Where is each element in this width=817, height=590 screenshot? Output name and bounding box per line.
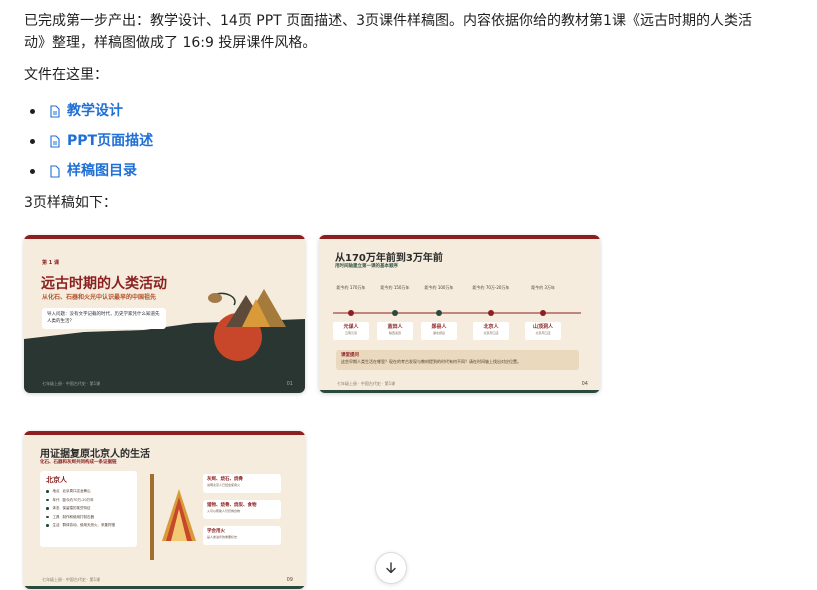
evidence-title: 猎物、烧骨、烧炭、食物 bbox=[207, 503, 257, 508]
bullet bbox=[30, 168, 35, 174]
slide-title: 远古时期的人类活动 bbox=[41, 276, 167, 292]
timeline-time: 距今约 3万年 bbox=[531, 285, 555, 290]
timeline-card: 山顶洞人 北京周口店 bbox=[525, 322, 561, 340]
timeline-time: 距今约 100万年 bbox=[424, 285, 454, 290]
timeline-card: 郧县人 湖北郧县 bbox=[421, 322, 457, 340]
timeline-time: 距今约 170万年 bbox=[336, 285, 366, 290]
timeline-time: 距今约 70万-20万年 bbox=[472, 285, 510, 290]
document-icon bbox=[50, 104, 60, 118]
timeline-card: 北京人 北京周口店 bbox=[473, 322, 509, 340]
timeline-desc: 北京周口店 bbox=[535, 331, 551, 335]
file-link-label: 教学设计 bbox=[67, 103, 123, 119]
question-box: 导入问题：没有文字记载的时代，历史学家凭什么知道先人类的生活？ bbox=[42, 308, 166, 329]
timeline-time: 距今约 150万年 bbox=[380, 285, 410, 290]
slide-page-number: 01 bbox=[286, 381, 293, 387]
list-item: 样稿图目录 bbox=[24, 156, 764, 186]
evidence-title: 灰烬、烧石、烧骨 bbox=[207, 477, 243, 482]
timeline-desc: 陕西蓝田 bbox=[388, 331, 401, 335]
list-item: 教学设计 bbox=[24, 96, 764, 126]
list-item: PPT页面描述 bbox=[24, 126, 764, 156]
evidence-text: 说明北京人已经会使用火 bbox=[207, 483, 241, 487]
timeline-desc: 湖北郧县 bbox=[432, 331, 445, 335]
timeline-name: 元谋人 bbox=[343, 324, 359, 330]
timeline-card: 元谋人 云南元谋 bbox=[333, 322, 369, 340]
slide-page-number: 09 bbox=[286, 577, 293, 583]
bullet bbox=[30, 108, 35, 114]
message-paragraph: 已完成第一步产出：教学设计、14页 PPT 页面描述、3页课件样稿图。内容依据你… bbox=[24, 13, 752, 51]
evidence-box: 学会用火 是人类进步的重要标志 bbox=[203, 526, 281, 545]
document-icon bbox=[50, 134, 60, 148]
evidence-title: 学会用火 bbox=[207, 529, 225, 534]
slide-bottom-bar bbox=[319, 390, 600, 393]
timeline-name: 郧县人 bbox=[431, 324, 447, 330]
assistant-message: 已完成第一步产出：教学设计、14页 PPT 页面描述、3页课件样稿图。内容依据你… bbox=[24, 10, 764, 224]
slide-bottom-bar bbox=[24, 586, 305, 589]
timeline-desc: 北京周口店 bbox=[483, 331, 499, 335]
file-icon bbox=[50, 164, 60, 178]
file-link-label: 样稿图目录 bbox=[67, 163, 137, 179]
file-link-ppt-description[interactable]: PPT页面描述 bbox=[49, 130, 153, 152]
slide-footer: 七年级上册 · 中国古代史 · 第1课 bbox=[42, 381, 101, 386]
slide-page-number: 04 bbox=[581, 381, 588, 387]
file-link-sample-directory[interactable]: 样稿图目录 bbox=[49, 160, 137, 182]
scroll-down-button[interactable] bbox=[375, 552, 407, 584]
files-intro: 文件在这里： bbox=[24, 67, 108, 83]
evidence-box: 灰烬、烧石、烧骨 说明北京人已经会使用火 bbox=[203, 474, 281, 493]
slide-footer: 七年级上册 · 中国古代史 · 第1课 bbox=[337, 381, 396, 386]
slide-footer: 七年级上册 · 中国古代史 · 第1课 bbox=[42, 577, 101, 582]
slide-thumbnail-3[interactable]: 用证据复原北京人的生活 化石、石器和灰烬共同构成一条证据链 北京人 地点 北京周口… bbox=[24, 431, 305, 589]
bullet bbox=[30, 138, 35, 144]
evidence-box: 猎物、烧骨、烧炭、食物 火可以帮助人们烧烤食物 bbox=[203, 500, 281, 519]
samples-intro: 3页样稿如下： bbox=[24, 195, 117, 211]
evidence-text: 火可以帮助人们烧烤食物 bbox=[207, 509, 241, 513]
slide-thumbnail-1[interactable]: 第 1 课 远古时期的人类活动 从化石、石器和火光中认识最早的中国祖先 导入问题… bbox=[24, 235, 305, 393]
note-box: 课堂提问 这些早期人类生活在哪里？现在的考古发现与教材提到的时代有何不同？请在时… bbox=[336, 350, 579, 370]
arrow-down-icon bbox=[386, 562, 396, 574]
slide-lesson-label: 第 1 课 bbox=[42, 260, 59, 266]
slide-thumbnail-2[interactable]: 从170万年前到3万年前 用时间轴建立第一课的基本顺序 距今约 170万年 距今… bbox=[319, 235, 600, 393]
timeline-name: 北京人 bbox=[483, 324, 499, 330]
file-list: 教学设计 PPT页面描述 样稿图目录 bbox=[24, 96, 764, 186]
file-link-label: PPT页面描述 bbox=[67, 133, 154, 149]
note-text: 这些早期人类生活在哪里？现在的考古发现与教材提到的时代有何不同？请在时间轴上找出… bbox=[341, 359, 521, 364]
slide-subtitle: 从化石、石器和火光中认识最早的中国祖先 bbox=[42, 294, 157, 301]
timeline-desc: 云南元谋 bbox=[344, 331, 357, 335]
timeline-name: 蓝田人 bbox=[387, 324, 403, 330]
evidence-text: 是人类进步的重要标志 bbox=[207, 535, 238, 539]
timeline-card: 蓝田人 陕西蓝田 bbox=[377, 322, 413, 340]
file-link-teaching-design[interactable]: 教学设计 bbox=[49, 100, 123, 122]
timeline-name: 山顶洞人 bbox=[532, 324, 553, 330]
